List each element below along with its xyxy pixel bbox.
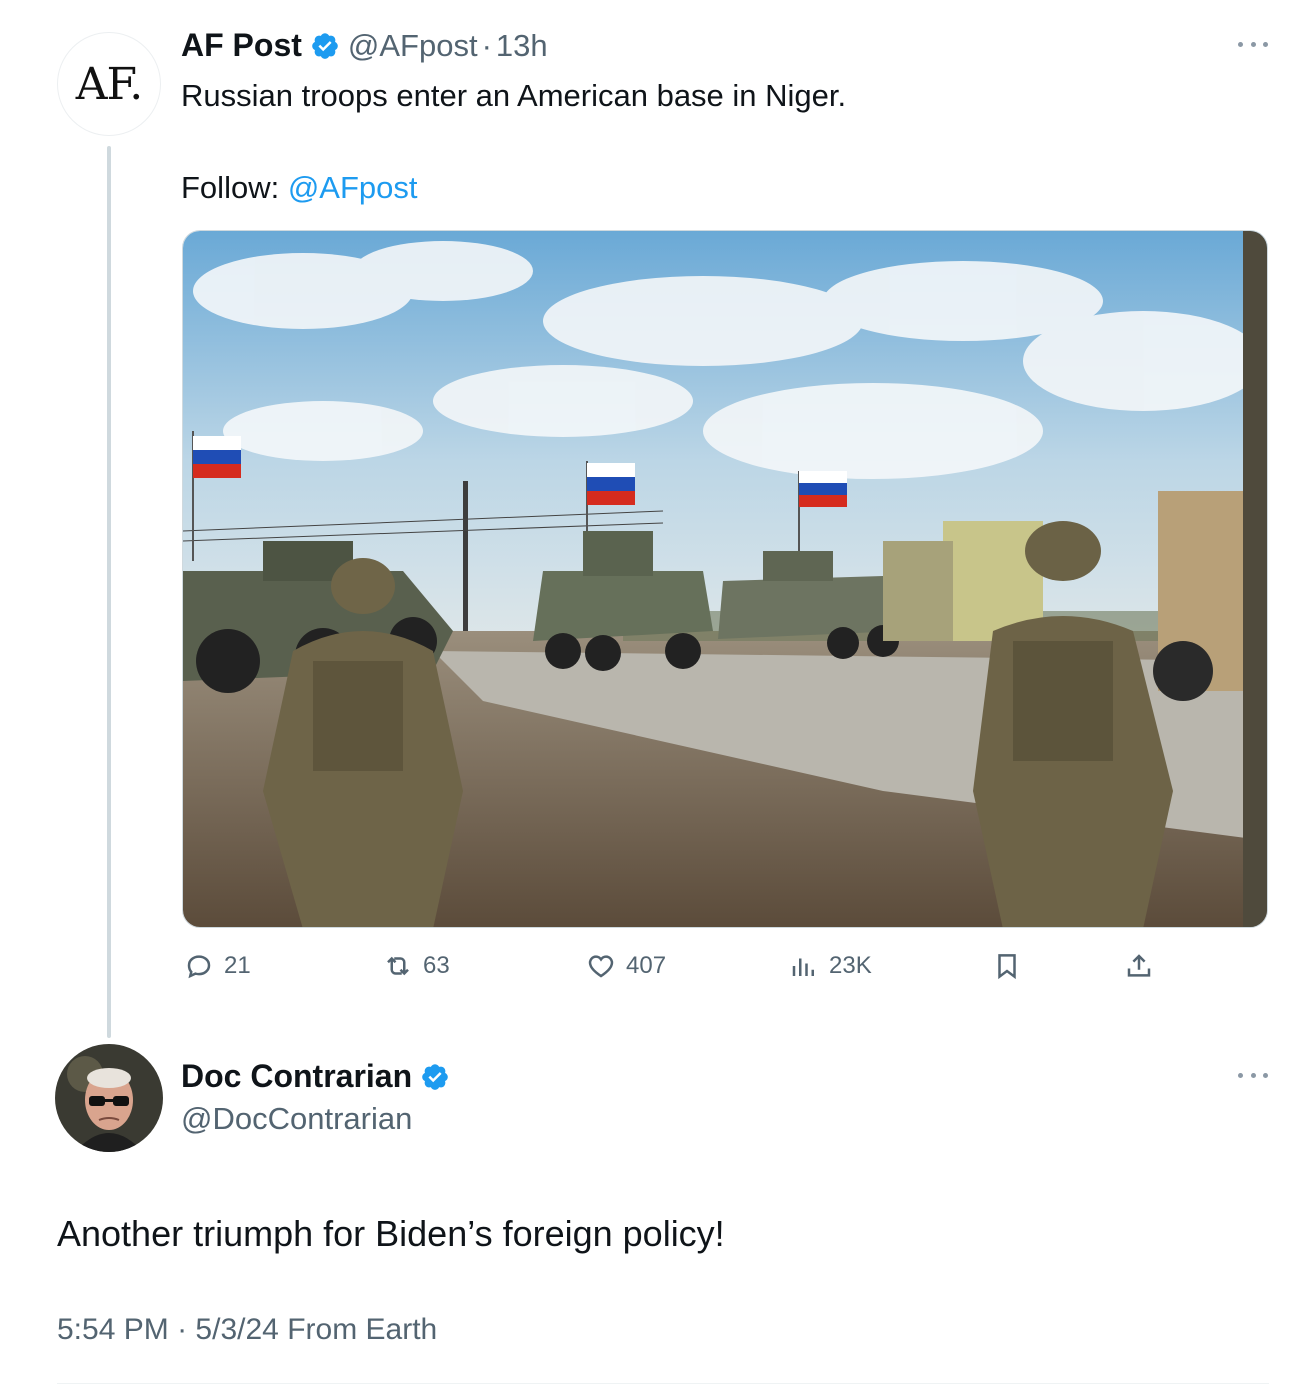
post-date[interactable]: 5/3/24 [195, 1313, 278, 1346]
like-count: 407 [626, 952, 667, 979]
views-count: 23K [829, 952, 872, 979]
handle[interactable]: @AFpost [348, 28, 478, 64]
bookmark-icon [998, 954, 1016, 980]
share-button[interactable] [1124, 951, 1154, 981]
photo-military-convoy-icon [183, 231, 1267, 927]
display-name[interactable]: Doc Contrarian [181, 1058, 412, 1095]
reply-text: Another triumph for Biden’s foreign poli… [57, 1213, 725, 1254]
reply-header: Doc Contrarian [181, 1058, 450, 1095]
thread-line [107, 146, 111, 1038]
reply-icon [187, 955, 211, 979]
heart-icon [588, 955, 614, 978]
avatar-logo-text: AF. [75, 58, 143, 110]
post-time[interactable]: 5:54 PM [57, 1313, 169, 1346]
profile-photo-icon [55, 1044, 163, 1152]
views-chart-icon [792, 958, 814, 976]
post-media-image[interactable] [182, 230, 1268, 928]
repost-button[interactable]: 63 [383, 951, 450, 981]
handle[interactable]: @DocContrarian [181, 1101, 412, 1137]
reply-count: 21 [224, 952, 251, 979]
more-options-icon[interactable] [1238, 42, 1268, 52]
like-button[interactable]: 407 [586, 951, 666, 981]
post-source: From Earth [287, 1313, 438, 1346]
more-options-icon[interactable] [1238, 1073, 1268, 1083]
separator: · [481, 27, 492, 63]
verified-badge-icon [422, 1063, 448, 1090]
reply-button[interactable]: 21 [184, 951, 251, 981]
avatar[interactable]: AF. [57, 32, 161, 136]
divider [57, 1383, 1269, 1384]
repost-count: 63 [423, 952, 450, 979]
views-button[interactable]: 23K [789, 951, 872, 981]
avatar[interactable] [55, 1044, 163, 1152]
verified-badge-icon [312, 32, 338, 59]
post-header: AF Post @AFpost · 13h [181, 27, 548, 64]
post-meta: 5:54 PM · 5/3/24 From Earth [57, 1313, 437, 1347]
display-name[interactable]: AF Post [181, 27, 302, 64]
bookmark-button[interactable] [992, 951, 1022, 981]
meta-separator: · [177, 1313, 188, 1346]
mention-link[interactable]: @AFpost [288, 170, 418, 205]
repost-icon [387, 956, 409, 976]
follow-label: Follow: [181, 170, 288, 205]
share-icon [1127, 954, 1151, 977]
post-text: Russian troops enter an American base in… [181, 78, 847, 113]
follow-line: Follow: @AFpost [181, 170, 418, 206]
timestamp[interactable]: 13h [496, 28, 548, 64]
